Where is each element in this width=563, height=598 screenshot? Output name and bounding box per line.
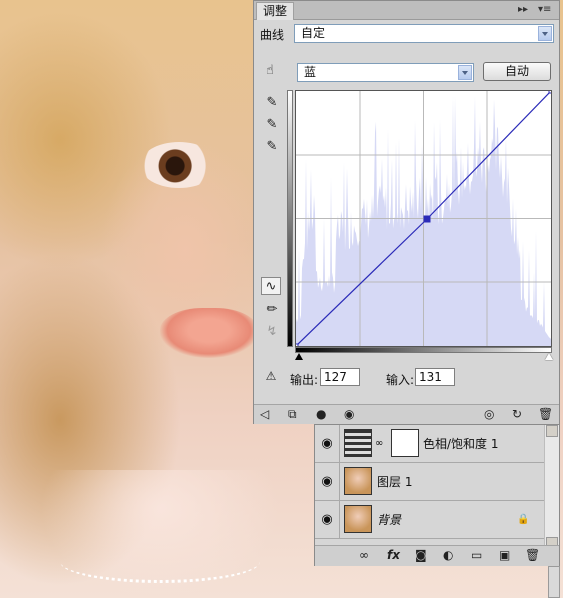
clip-layer-icon[interactable]: ⧉ bbox=[288, 407, 297, 421]
output-field[interactable]: 127 bbox=[320, 368, 360, 386]
curves-graph[interactable] bbox=[293, 88, 554, 349]
curve-control-point[interactable] bbox=[548, 88, 554, 94]
preset-select[interactable]: 自定 bbox=[294, 24, 554, 43]
chevron-down-icon[interactable] bbox=[458, 65, 472, 80]
double-arrow-icon[interactable]: ▸▸ bbox=[518, 3, 528, 16]
layer-row[interactable]: ◉ 图层 1 bbox=[315, 463, 545, 501]
photo-lips bbox=[160, 308, 258, 358]
adjustments-toolbar: ◁ ⧉ ● ◉ ◎ ↻ 🗑 bbox=[254, 404, 559, 424]
lock-icon: 🔒 bbox=[517, 514, 530, 525]
trash-icon[interactable]: 🗑 bbox=[525, 548, 540, 562]
menu-icon[interactable]: ▾≡ bbox=[538, 3, 551, 16]
tab-adjustments[interactable]: 调整 bbox=[256, 2, 295, 20]
eye-icon[interactable]: ◉ bbox=[315, 463, 340, 500]
black-eyedropper-icon[interactable]: ✎ bbox=[262, 94, 282, 112]
curve-points-icon[interactable]: ∿ bbox=[261, 277, 281, 295]
pencil-icon[interactable]: ✏ bbox=[262, 301, 282, 319]
smooth-icon[interactable]: ↯ bbox=[262, 323, 282, 341]
view-previous-icon[interactable]: ◎ bbox=[484, 407, 494, 421]
back-arrow-icon[interactable]: ◁ bbox=[260, 407, 269, 421]
eye-icon[interactable]: ◉ bbox=[344, 407, 354, 421]
curve-control-point[interactable] bbox=[293, 343, 299, 349]
black-point-slider[interactable] bbox=[295, 353, 303, 360]
layer-thumbnail bbox=[344, 467, 372, 495]
new-layer-icon[interactable]: ▣ bbox=[499, 548, 510, 562]
output-gradient bbox=[287, 90, 293, 347]
mask-icon[interactable]: ● bbox=[316, 407, 326, 421]
auto-button[interactable]: 自动 bbox=[483, 62, 551, 81]
trash-icon[interactable]: 🗑 bbox=[538, 407, 553, 421]
input-label: 输入: bbox=[386, 373, 415, 387]
fx-icon[interactable]: fx bbox=[387, 548, 400, 562]
channel-value: 蓝 bbox=[304, 65, 317, 79]
white-point-slider[interactable] bbox=[545, 353, 553, 360]
reset-icon[interactable]: ↻ bbox=[512, 407, 522, 421]
output-label: 输出: bbox=[290, 373, 319, 387]
scroll-up-button[interactable] bbox=[546, 425, 558, 437]
adjustments-panel: 调整 ▸▸ ▾≡ 曲线 自定 ☝ 蓝 自动 ✎ ✎ ✎ ∿ ✏ ↯ ⚠ 输出: … bbox=[253, 0, 560, 424]
input-field[interactable]: 131 bbox=[415, 368, 455, 386]
canvas-scrollbar[interactable] bbox=[548, 566, 560, 598]
photo-eye bbox=[140, 142, 218, 188]
preset-label: 曲线 bbox=[260, 28, 285, 42]
gray-eyedropper-icon[interactable]: ✎ bbox=[262, 116, 282, 134]
eye-icon[interactable]: ◉ bbox=[315, 425, 340, 462]
layer-row[interactable]: ◉ 背景 🔒 bbox=[315, 501, 545, 539]
panel-titlebar: 调整 ▸▸ ▾≡ bbox=[254, 1, 559, 20]
add-mask-icon[interactable]: ◙ bbox=[415, 548, 427, 562]
layers-scrollbar[interactable] bbox=[544, 425, 559, 549]
layer-name: 背景 bbox=[377, 513, 402, 527]
white-eyedropper-icon[interactable]: ✎ bbox=[262, 138, 282, 156]
chevron-down-icon[interactable] bbox=[538, 26, 552, 41]
layers-panel: ◉ ∞ 色相/饱和度 1 ◉ 图层 1 ◉ 背景 🔒 ∞ fx ◙ ◐ ▭ ▣ … bbox=[314, 424, 560, 566]
adjustment-layer-icon[interactable]: ◐ bbox=[443, 548, 453, 562]
eye-icon[interactable]: ◉ bbox=[315, 501, 340, 538]
link-icon[interactable]: ∞ bbox=[359, 548, 369, 562]
mask-thumbnail[interactable] bbox=[391, 429, 419, 457]
photo-necklace bbox=[60, 540, 260, 583]
layer-thumbnail bbox=[344, 505, 372, 533]
layer-name: 图层 1 bbox=[377, 475, 413, 489]
clipping-warning-icon[interactable]: ⚠ bbox=[261, 367, 281, 385]
curves-plot[interactable] bbox=[293, 88, 554, 349]
layer-row[interactable]: ◉ ∞ 色相/饱和度 1 bbox=[315, 425, 545, 463]
layers-toolbar: ∞ fx ◙ ◐ ▭ ▣ 🗑 bbox=[315, 545, 559, 566]
channel-select[interactable]: 蓝 bbox=[297, 63, 474, 82]
curve-control-point[interactable] bbox=[423, 215, 431, 223]
layer-name: 色相/饱和度 1 bbox=[423, 437, 499, 451]
input-gradient bbox=[295, 347, 552, 353]
preset-value: 自定 bbox=[301, 26, 326, 40]
folder-icon[interactable]: ▭ bbox=[471, 548, 482, 562]
link-icon[interactable]: ∞ bbox=[375, 437, 383, 451]
on-image-adjust-icon[interactable]: ☝ bbox=[260, 62, 280, 80]
adjustment-thumbnail bbox=[344, 429, 372, 457]
